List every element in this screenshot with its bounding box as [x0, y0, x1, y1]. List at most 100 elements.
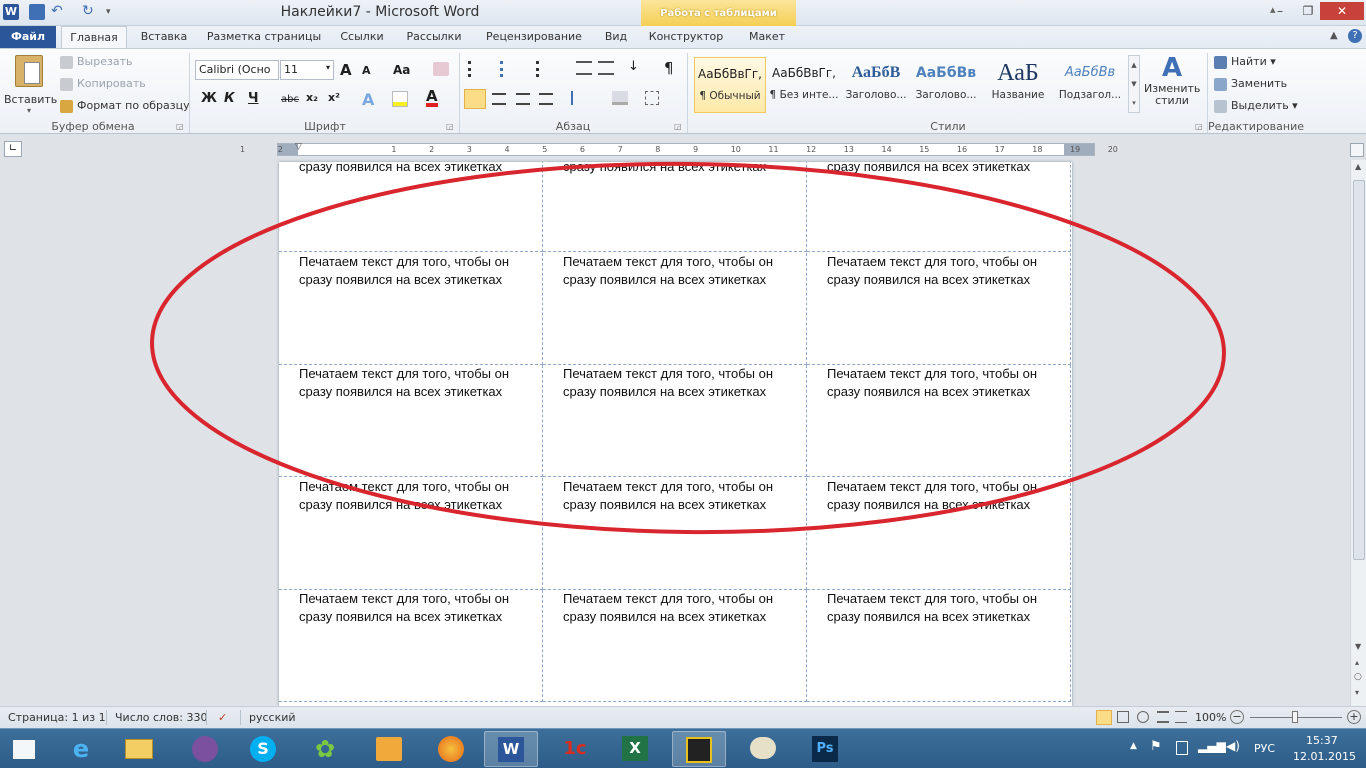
underline-button[interactable]: Ч: [248, 91, 259, 106]
label-cell[interactable]: Печатаем текст для того, чтобы онсразу п…: [279, 162, 543, 252]
volume-icon[interactable]: ◀): [1226, 739, 1240, 753]
tab-view[interactable]: Вид: [596, 26, 636, 48]
zoom-slider-thumb[interactable]: [1292, 711, 1298, 723]
line-spacing-icon[interactable]: [571, 91, 589, 105]
web-layout-view-icon[interactable]: [1137, 711, 1149, 723]
cut-button[interactable]: Вырезать: [60, 55, 132, 69]
browse-object-icon[interactable]: ○: [1354, 672, 1362, 682]
clock-date[interactable]: 12.01.2015: [1293, 750, 1356, 763]
tab-page-layout[interactable]: Разметка страницы: [202, 26, 326, 48]
flag-icon[interactable]: ⚑: [1150, 739, 1162, 754]
bullets-icon[interactable]: [468, 61, 494, 77]
style-normal[interactable]: АаБбВвГг, ¶ Обычный: [694, 57, 766, 113]
label-cell[interactable]: Печатаем текст для того, чтобы онсразу п…: [543, 590, 807, 702]
font-dialog-launcher[interactable]: ◲: [446, 122, 454, 131]
photoshop-icon[interactable]: Ps: [798, 731, 852, 767]
justify-icon[interactable]: [539, 93, 553, 105]
internet-explorer-icon[interactable]: e: [54, 731, 108, 767]
label-cell[interactable]: Печатаем текст для того, чтобы онсразу п…: [543, 365, 807, 477]
minimize-ribbon-icon[interactable]: ▲: [1330, 30, 1338, 41]
tab-insert[interactable]: Вставка: [134, 26, 194, 48]
network-icon[interactable]: ▂▄▆: [1198, 739, 1226, 753]
style-title[interactable]: АаБ Название: [982, 57, 1054, 113]
grow-font-button[interactable]: A: [340, 61, 352, 79]
scroll-down-icon[interactable]: ▼: [1355, 642, 1361, 651]
font-size-combo[interactable]: 11 ▾: [280, 60, 334, 80]
outline-view-icon[interactable]: [1157, 711, 1169, 723]
minimize-button[interactable]: –: [1266, 2, 1294, 20]
label-cell[interactable]: Печатаем текст для того, чтобы онсразу п…: [807, 252, 1071, 365]
draft-view-icon[interactable]: [1175, 711, 1187, 723]
select-button[interactable]: Выделить ▾: [1214, 99, 1298, 113]
page-count[interactable]: Страница: 1 из 1: [8, 711, 106, 724]
find-button[interactable]: Найти ▾: [1214, 55, 1276, 69]
label-cell[interactable]: Печатаем текст для того, чтобы онсразу п…: [279, 590, 543, 702]
style-heading-2[interactable]: АаБбВв Заголово...: [910, 57, 982, 113]
language-indicator[interactable]: русский: [249, 711, 296, 724]
zoom-out-icon[interactable]: −: [1230, 710, 1244, 724]
prev-page-icon[interactable]: ▴: [1355, 658, 1359, 667]
next-page-icon[interactable]: ▾: [1355, 688, 1359, 697]
input-language[interactable]: РУС: [1254, 742, 1275, 755]
horizontal-ruler[interactable]: ▽ 1 2 1 2 3 4 5 6 7 8 9 10 11 12 13 14 15 16 17 18 19 20: [240, 142, 1118, 156]
word-count[interactable]: Число слов: 330: [115, 711, 208, 724]
align-right-icon[interactable]: [516, 93, 530, 105]
label-cell[interactable]: Печатаем текст для того, чтобы онсразу п…: [279, 365, 543, 477]
scroll-up-icon[interactable]: ▲: [1355, 162, 1361, 171]
change-case-button[interactable]: Аа: [393, 63, 410, 77]
paragraph-dialog-launcher[interactable]: ◲: [674, 122, 682, 131]
label-cell[interactable]: Печатаем текст для того, чтобы онсразу п…: [543, 252, 807, 365]
label-cell[interactable]: Печатаем текст для того, чтобы онсразу п…: [543, 477, 807, 590]
text-effects-icon[interactable]: A: [362, 90, 374, 109]
tab-mailings[interactable]: Рассылки: [398, 26, 470, 48]
label-cell[interactable]: Печатаем текст для того, чтобы онсразу п…: [279, 477, 543, 590]
align-center-icon[interactable]: [492, 93, 506, 105]
skype-icon[interactable]: S: [236, 731, 290, 767]
multilevel-list-icon[interactable]: [536, 61, 562, 77]
document-page[interactable]: Печатаем текст для того, чтобы он сразу п…: [279, 162, 1072, 706]
format-painter-button[interactable]: Формат по образцу: [60, 99, 190, 113]
highlight-icon[interactable]: [392, 91, 408, 107]
clipboard-dialog-launcher[interactable]: ◲: [176, 122, 184, 131]
italic-button[interactable]: К: [224, 91, 235, 106]
excel-icon[interactable]: X: [608, 731, 662, 767]
superscript-button[interactable]: x²: [328, 91, 340, 104]
copy-button[interactable]: Копировать: [60, 77, 146, 91]
decrease-indent-icon[interactable]: [576, 61, 592, 75]
app-icon[interactable]: [672, 731, 726, 767]
strikethrough-button[interactable]: abc: [281, 94, 299, 105]
change-styles-button[interactable]: A Изменить стили: [1144, 53, 1200, 115]
tray-expand-icon[interactable]: ▲: [1130, 741, 1137, 751]
bold-button[interactable]: Ж: [201, 91, 217, 106]
battery-icon[interactable]: [1176, 741, 1188, 755]
clock-time[interactable]: 15:37: [1306, 734, 1338, 747]
subscript-button[interactable]: x₂: [306, 91, 318, 104]
help-icon[interactable]: ?: [1348, 29, 1362, 43]
viber-icon[interactable]: [178, 731, 232, 767]
full-screen-view-icon[interactable]: [1117, 711, 1129, 723]
label-cell[interactable]: Печатаем текст для того, чтобы онсразу п…: [807, 590, 1071, 702]
increase-indent-icon[interactable]: [598, 61, 614, 75]
word-taskbar-icon[interactable]: W: [484, 731, 538, 767]
close-button[interactable]: ✕: [1320, 2, 1364, 20]
style-no-spacing[interactable]: АаБбВвГг, ¶ Без инте...: [768, 57, 840, 113]
paste-button[interactable]: Вставить ▾: [4, 53, 57, 115]
clear-format-icon[interactable]: [433, 62, 449, 76]
zoom-level[interactable]: 100%: [1195, 711, 1226, 724]
scroll-thumb[interactable]: [1353, 180, 1365, 560]
firefox-icon[interactable]: [424, 731, 478, 767]
align-left-button[interactable]: [464, 89, 486, 109]
style-heading-1[interactable]: АаБбВ Заголово...: [840, 57, 912, 113]
tab-selector-icon[interactable]: ∟: [4, 141, 22, 157]
restore-button[interactable]: ❐: [1294, 2, 1322, 20]
shading-icon[interactable]: [612, 91, 628, 105]
show-formatting-button[interactable]: ¶: [664, 59, 674, 77]
styles-scroll[interactable]: ▲ ▼ ▾: [1128, 55, 1140, 113]
font-color-icon[interactable]: A: [426, 89, 438, 107]
label-cell[interactable]: Печатаем текст для того, чтобы онсразу п…: [279, 252, 543, 365]
numbering-icon[interactable]: [500, 61, 526, 77]
borders-icon[interactable]: [645, 91, 659, 105]
zoom-in-icon[interactable]: +: [1347, 710, 1361, 724]
1c-icon[interactable]: 1c: [548, 731, 602, 767]
indent-marker[interactable]: ▽: [295, 142, 302, 152]
